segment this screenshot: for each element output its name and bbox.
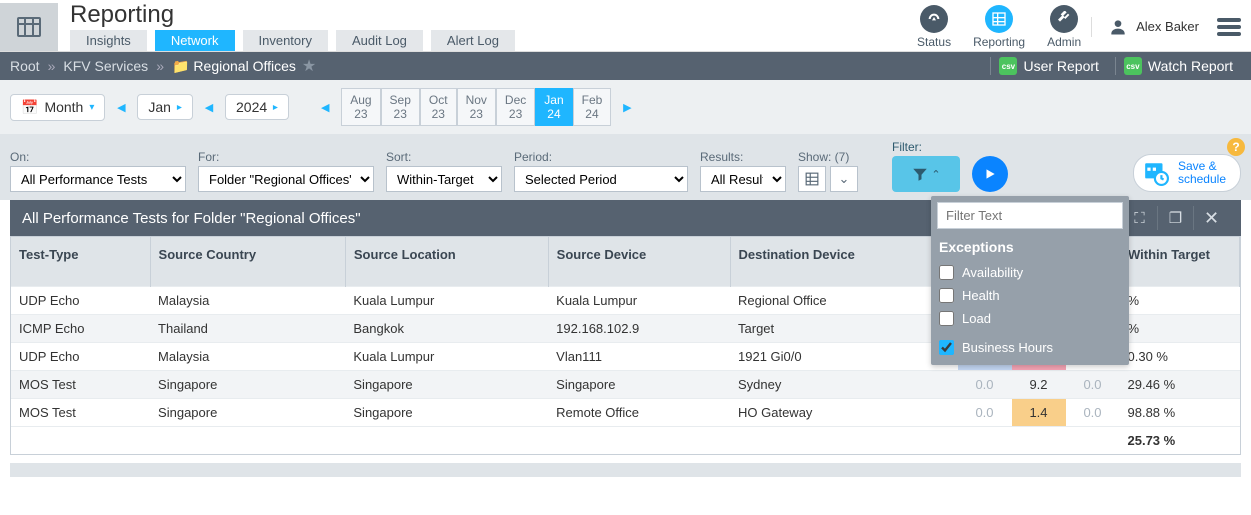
chevron-down-icon: ▾ [89,102,94,113]
month-oct[interactable]: Oct23 [420,88,457,126]
exceptions-heading: Exceptions [939,239,1121,255]
exception-health-checkbox[interactable]: Health [937,284,1123,307]
month-dec[interactable]: Dec23 [496,88,535,126]
months-prev-arrow[interactable]: ◀ [313,92,337,122]
months-next-arrow[interactable]: ▶ [615,92,639,122]
sort-select[interactable]: Within-Target [386,166,502,192]
tabs: Insights Network Inventory Audit Log Alert L… [70,30,917,51]
help-icon[interactable]: ? [1227,138,1245,156]
user-info[interactable]: Alex Baker [1091,17,1199,37]
column-header[interactable]: Test-Type [11,237,150,287]
tab-insights[interactable]: Insights [70,30,147,51]
calendar-icon: 📅 [21,99,38,116]
save-schedule-button[interactable]: Save &schedule [1133,154,1241,192]
footer-bar [10,463,1241,477]
schedule-icon [1142,159,1170,187]
windows-button[interactable]: ❐ [1157,206,1193,230]
watch-report-link[interactable]: csvWatch Report [1115,57,1241,75]
year-selector[interactable]: 2024 ▾ [225,94,289,120]
filter-bar: On: All Performance Tests For: Folder "R… [0,134,1251,200]
filter-toggle-button[interactable]: ⌃ [892,156,960,192]
table-row[interactable]: MOS TestSingaporeSingaporeSingaporeSydne… [11,371,1240,399]
month-sep[interactable]: Sep23 [381,88,420,126]
results-select[interactable]: All Results [700,166,786,192]
month-jan[interactable]: Jan24 [535,88,572,126]
page-title: Reporting [70,2,917,28]
range-selector[interactable]: 📅 Month ▾ [10,94,105,121]
column-header[interactable]: Source Device [548,237,730,287]
column-header[interactable]: Destination Device [730,237,957,287]
breadcrumb-current[interactable]: Regional Offices [193,58,295,74]
user-report-link[interactable]: csvUser Report [990,57,1106,75]
tab-network[interactable]: Network [155,30,235,51]
admin-action[interactable]: Admin [1047,5,1081,49]
folder-icon: 📁 [172,58,189,75]
month-feb[interactable]: Feb24 [573,88,612,126]
tab-inventory[interactable]: Inventory [243,30,328,51]
show-grid-button[interactable] [798,166,826,192]
prev-year-arrow[interactable]: ◀ [197,92,221,122]
column-header[interactable]: Within Target [1120,237,1240,287]
table-footer-row: 25.73 % [11,427,1240,455]
tab-audit-log[interactable]: Audit Log [336,30,423,51]
table-title: All Performance Tests for Folder "Region… [22,210,361,227]
period-select[interactable]: Selected Period [514,166,688,192]
period-selector[interactable]: Jan ▾ [137,94,193,120]
breadcrumb-root[interactable]: Root [10,58,40,74]
show-expand-button[interactable]: ⌄ [830,166,858,192]
breadcrumb: Root » KFV Services » 📁 Regional Offices… [0,52,1251,80]
close-button[interactable]: ✕ [1193,206,1229,230]
exception-load-checkbox[interactable]: Load [937,307,1123,330]
business-hours-checkbox[interactable]: Business Hours [937,330,1123,359]
status-action[interactable]: Status [917,5,951,49]
csv-icon: csv [999,57,1017,75]
prev-arrow[interactable]: ◀ [109,92,133,122]
for-select[interactable]: Folder "Regional Offices" [198,166,374,192]
csv-icon: csv [1124,57,1142,75]
favorite-icon[interactable]: ★ [302,56,316,76]
app-icon[interactable] [0,3,58,51]
month-nov[interactable]: Nov23 [457,88,496,126]
on-select[interactable]: All Performance Tests [10,166,186,192]
month-aug[interactable]: Aug23 [341,88,380,126]
column-header[interactable]: Source Country [150,237,345,287]
chevron-right-icon: ▾ [174,104,185,109]
filter-text-input[interactable] [937,202,1123,229]
table-row[interactable]: MOS TestSingaporeSingaporeRemote OfficeH… [11,399,1240,427]
tab-alert-log[interactable]: Alert Log [431,30,515,51]
menu-icon[interactable] [1217,15,1241,39]
user-name: Alex Baker [1136,19,1199,34]
reporting-action[interactable]: Reporting [973,5,1025,49]
exception-availability-checkbox[interactable]: Availability [937,261,1123,284]
date-bar: 📅 Month ▾ ◀ Jan ▾ ◀ 2024 ▾ ◀ Aug23Sep23O… [0,80,1251,134]
run-button[interactable] [972,156,1008,192]
column-header[interactable]: Source Location [345,237,548,287]
filter-popover: Exceptions AvailabilityHealthLoad Busine… [931,196,1129,365]
top-bar: Reporting Insights Network Inventory Audit … [0,0,1251,52]
breadcrumb-item[interactable]: KFV Services [63,58,148,74]
chevron-right-icon: ▾ [270,104,281,109]
